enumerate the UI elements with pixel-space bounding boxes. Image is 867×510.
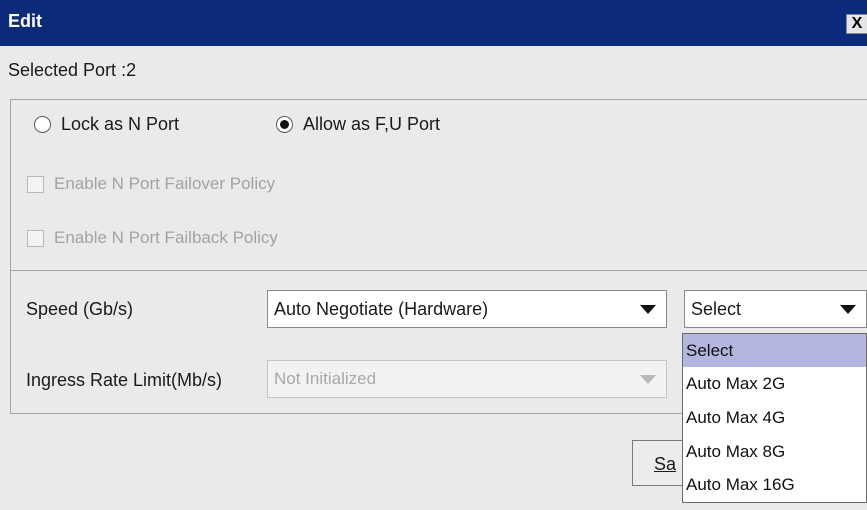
divider <box>10 413 682 414</box>
divider <box>10 270 867 271</box>
dropdown-option-auto-max-2g[interactable]: Auto Max 2G <box>683 367 866 400</box>
title-bar[interactable]: Edit X <box>0 0 867 46</box>
radio-button-on[interactable] <box>276 116 293 133</box>
ingress-rate-select: Not Initialized <box>267 360 667 398</box>
speed-label: Speed (Gb/s) <box>26 299 134 319</box>
speed-max-dropdown-list[interactable]: Select Auto Max 2G Auto Max 4G Auto Max … <box>682 333 867 503</box>
dialog-title: Edit <box>8 11 42 31</box>
selected-port-label: Selected Port :2 <box>8 60 137 80</box>
close-icon: X <box>851 15 863 32</box>
save-button-label: Sa <box>654 454 677 474</box>
speed-mode-select[interactable]: Auto Negotiate (Hardware) <box>267 290 667 328</box>
chevron-down-icon[interactable] <box>840 305 856 314</box>
speed-max-value: Select <box>691 299 742 319</box>
radio-lock-n-port[interactable]: Lock as N Port <box>34 114 179 135</box>
radio-button-off[interactable] <box>34 116 51 133</box>
checkbox-failover-policy[interactable]: Enable N Port Failover Policy <box>27 174 275 194</box>
ingress-value: Not Initialized <box>274 369 377 388</box>
dropdown-option-auto-max-8g[interactable]: Auto Max 8G <box>683 435 866 468</box>
edit-dialog: Edit X Selected Port :2 Lock as N Port A… <box>0 0 867 510</box>
chevron-down-icon[interactable] <box>640 305 656 314</box>
close-button[interactable]: X <box>846 14 867 34</box>
checkbox-box[interactable] <box>27 229 44 247</box>
checkbox-label: Enable N Port Failover Policy <box>54 174 276 193</box>
divider <box>10 99 867 100</box>
dropdown-option-select[interactable]: Select <box>683 334 866 367</box>
checkbox-failback-policy[interactable]: Enable N Port Failback Policy <box>27 228 278 248</box>
checkbox-label: Enable N Port Failback Policy <box>54 228 278 247</box>
save-button[interactable]: Sa <box>632 440 688 486</box>
dropdown-option-auto-max-16g[interactable]: Auto Max 16G <box>683 468 866 501</box>
speed-mode-value: Auto Negotiate (Hardware) <box>274 299 489 319</box>
radio-label: Allow as F,U Port <box>303 114 441 134</box>
checkbox-box[interactable] <box>27 175 44 193</box>
divider <box>10 99 11 413</box>
chevron-down-icon <box>640 375 656 384</box>
radio-allow-fu-port[interactable]: Allow as F,U Port <box>276 114 440 135</box>
dropdown-option-auto-max-4g[interactable]: Auto Max 4G <box>683 401 866 434</box>
radio-label: Lock as N Port <box>61 114 180 134</box>
speed-max-select[interactable]: Select <box>684 290 867 328</box>
ingress-label: Ingress Rate Limit(Mb/s) <box>26 370 223 390</box>
